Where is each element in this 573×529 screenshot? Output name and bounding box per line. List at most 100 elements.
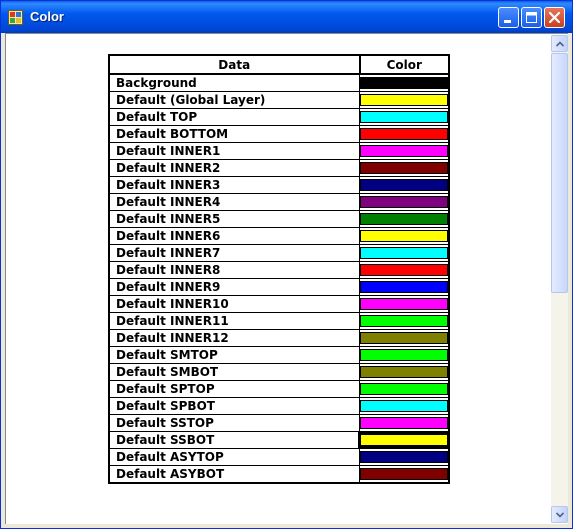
- color-swatch[interactable]: [360, 94, 448, 106]
- title-bar[interactable]: Color: [1, 1, 572, 33]
- color-swatch[interactable]: [360, 383, 448, 395]
- vertical-scrollbar[interactable]: [551, 35, 568, 523]
- color-cell[interactable]: [359, 465, 450, 484]
- table-row[interactable]: Default SMBOT: [108, 363, 450, 381]
- table-row[interactable]: Default INNER1: [108, 142, 450, 160]
- table-row[interactable]: Default INNER8: [108, 261, 450, 279]
- color-swatch[interactable]: [360, 468, 448, 480]
- color-cell[interactable]: [359, 414, 450, 432]
- chevron-down-icon: [556, 512, 564, 518]
- color-cell[interactable]: [359, 193, 450, 211]
- color-swatch[interactable]: [358, 432, 450, 448]
- table-row[interactable]: Default ASYTOP: [108, 448, 450, 466]
- color-cell[interactable]: [359, 312, 450, 330]
- color-swatch[interactable]: [360, 162, 448, 174]
- color-swatch[interactable]: [360, 366, 448, 378]
- table-row[interactable]: Default SPTOP: [108, 380, 450, 398]
- row-label: Default INNER6: [108, 227, 360, 245]
- color-cell[interactable]: [359, 125, 450, 143]
- color-swatch[interactable]: [360, 247, 448, 259]
- row-label: Default SPTOP: [108, 380, 360, 398]
- color-swatch[interactable]: [360, 281, 448, 293]
- color-swatch[interactable]: [360, 179, 448, 191]
- maximize-button[interactable]: [521, 7, 542, 28]
- color-cell[interactable]: [359, 261, 450, 279]
- color-cell[interactable]: [359, 346, 450, 364]
- table-row[interactable]: Default SPBOT: [108, 397, 450, 415]
- color-cell[interactable]: [359, 91, 450, 109]
- table-row[interactable]: Default TOP: [108, 108, 450, 126]
- color-swatch[interactable]: [360, 315, 448, 327]
- color-swatch[interactable]: [360, 332, 448, 344]
- color-swatch[interactable]: [360, 145, 448, 157]
- row-label: Default TOP: [108, 108, 360, 126]
- color-swatch[interactable]: [360, 349, 448, 361]
- color-swatch[interactable]: [360, 111, 448, 123]
- color-cell[interactable]: [359, 176, 450, 194]
- close-icon: [548, 11, 561, 24]
- table-row[interactable]: Default INNER3: [108, 176, 450, 194]
- table-row[interactable]: Default (Global Layer): [108, 91, 450, 109]
- client-area: Data Color Background Default (Global Lay…: [5, 33, 568, 524]
- color-swatch[interactable]: [360, 77, 448, 89]
- row-label: Background: [108, 73, 360, 92]
- color-swatch[interactable]: [360, 213, 448, 225]
- color-swatch[interactable]: [360, 196, 448, 208]
- color-swatch[interactable]: [360, 264, 448, 276]
- row-label: Default INNER2: [108, 159, 360, 177]
- color-cell[interactable]: [359, 159, 450, 177]
- table-row[interactable]: Background: [108, 73, 450, 92]
- row-label: Default BOTTOM: [108, 125, 360, 143]
- color-cell[interactable]: [359, 295, 450, 313]
- data-column-header: Data: [108, 54, 361, 75]
- table-row[interactable]: Default INNER5: [108, 210, 450, 228]
- maximize-icon: [526, 12, 537, 23]
- minimize-button[interactable]: [498, 7, 519, 28]
- row-label: Default ASYBOT: [108, 465, 360, 484]
- row-label: Default INNER3: [108, 176, 360, 194]
- scroll-thumb[interactable]: [551, 53, 568, 293]
- table-row[interactable]: Default ASYBOT: [108, 465, 450, 484]
- color-cell[interactable]: [359, 210, 450, 228]
- table-row[interactable]: Default SSTOP: [108, 414, 450, 432]
- table-row[interactable]: Default INNER12: [108, 329, 450, 347]
- color-cell[interactable]: [359, 244, 450, 262]
- color-window: Color Data Color Background Default (Glo…: [0, 0, 573, 529]
- minimize-icon: [504, 20, 511, 23]
- scroll-down-button[interactable]: [551, 506, 568, 523]
- table-row[interactable]: Default INNER7: [108, 244, 450, 262]
- table-row[interactable]: Default SSBOT: [108, 431, 450, 449]
- color-cell[interactable]: [359, 363, 450, 381]
- color-swatch[interactable]: [360, 451, 448, 463]
- color-cell[interactable]: [359, 448, 450, 466]
- row-label: Default SPBOT: [108, 397, 360, 415]
- row-label: Default INNER8: [108, 261, 360, 279]
- color-cell[interactable]: [359, 278, 450, 296]
- color-swatch[interactable]: [360, 230, 448, 242]
- close-button[interactable]: [544, 7, 565, 28]
- color-cell[interactable]: [359, 397, 450, 415]
- table-row[interactable]: Default INNER4: [108, 193, 450, 211]
- table-row[interactable]: Default INNER2: [108, 159, 450, 177]
- table-row[interactable]: Default BOTTOM: [108, 125, 450, 143]
- color-swatch[interactable]: [360, 128, 448, 140]
- color-swatch[interactable]: [360, 400, 448, 412]
- color-cell[interactable]: [359, 329, 450, 347]
- table-row[interactable]: Default SMTOP: [108, 346, 450, 364]
- row-label: Default INNER1: [108, 142, 360, 160]
- table-row[interactable]: Default INNER11: [108, 312, 450, 330]
- scroll-up-button[interactable]: [551, 35, 568, 52]
- color-swatch[interactable]: [360, 417, 448, 429]
- color-cell[interactable]: [359, 108, 450, 126]
- table-row[interactable]: Default INNER9: [108, 278, 450, 296]
- color-cell[interactable]: [359, 380, 450, 398]
- color-cell[interactable]: [359, 73, 450, 92]
- color-cell[interactable]: [359, 227, 450, 245]
- row-label: Default INNER9: [108, 278, 360, 296]
- color-cell[interactable]: [358, 431, 450, 449]
- table-row[interactable]: Default INNER10: [108, 295, 450, 313]
- color-swatch[interactable]: [360, 298, 448, 310]
- color-cell[interactable]: [359, 142, 450, 160]
- table-row[interactable]: Default INNER6: [108, 227, 450, 245]
- row-label: Default INNER10: [108, 295, 360, 313]
